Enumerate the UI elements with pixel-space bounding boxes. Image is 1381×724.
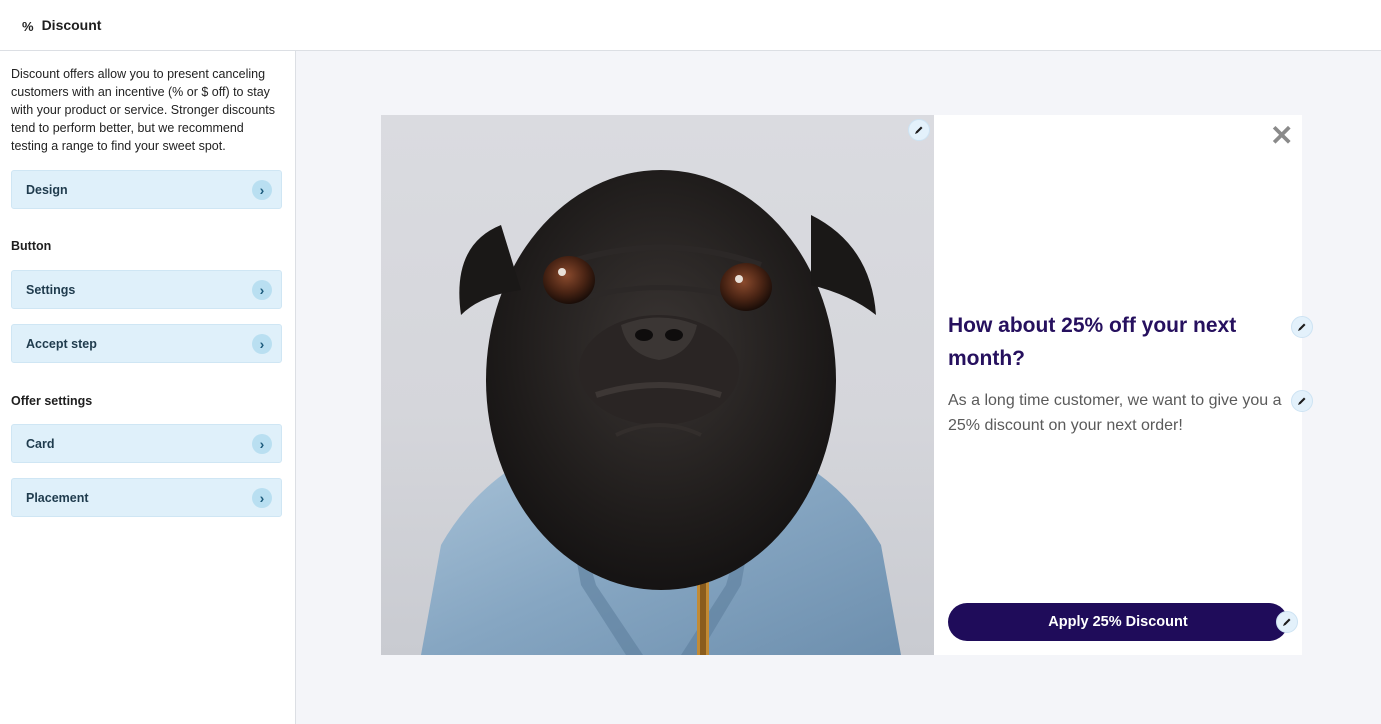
percent-icon: %	[22, 19, 34, 34]
accept-step-accordion-label: Accept step	[26, 336, 97, 351]
edit-headline-pencil-icon[interactable]	[1291, 316, 1313, 338]
design-accordion-label: Design	[26, 182, 68, 197]
settings-accordion[interactable]: Settings ›	[11, 270, 282, 309]
sidebar-intro-text: Discount offers allow you to present can…	[11, 67, 276, 153]
settings-accordion-label: Settings	[26, 282, 76, 297]
top-bar: % Discount	[0, 0, 1381, 51]
card-accordion-label: Card	[26, 436, 55, 451]
sidebar: Discount offers allow you to present can…	[0, 51, 296, 724]
offer-settings-section-label: Offer settings	[11, 394, 93, 408]
button-section-label: Button	[11, 239, 52, 253]
design-accordion[interactable]: Design ›	[11, 170, 282, 209]
accept-step-accordion[interactable]: Accept step ›	[11, 324, 282, 363]
offer-body-text[interactable]: As a long time customer, we want to give…	[948, 388, 1293, 438]
chevron-right-icon: ›	[252, 433, 272, 454]
chevron-right-icon: ›	[252, 179, 272, 200]
chevron-right-icon: ›	[252, 487, 272, 508]
chevron-right-icon: ›	[252, 279, 272, 300]
card-accordion[interactable]: Card ›	[11, 424, 282, 463]
edit-button-pencil-icon[interactable]	[1276, 611, 1298, 633]
offer-image[interactable]	[381, 115, 934, 655]
chevron-right-icon: ›	[252, 333, 272, 354]
close-icon[interactable]: ✕	[1270, 122, 1293, 150]
offer-card-preview: ✕ How about 25% off your next month? As …	[381, 115, 1313, 655]
placement-accordion[interactable]: Placement ›	[11, 478, 282, 517]
edit-body-pencil-icon[interactable]	[1291, 390, 1313, 412]
edit-image-pencil-icon[interactable]	[908, 119, 930, 141]
page-title: Discount	[41, 17, 102, 33]
offer-headline[interactable]: How about 25% off your next month?	[948, 309, 1268, 375]
placement-accordion-label: Placement	[26, 490, 89, 505]
pug-photo-illustration	[421, 170, 901, 655]
apply-discount-button[interactable]: Apply 25% Discount	[948, 603, 1288, 641]
